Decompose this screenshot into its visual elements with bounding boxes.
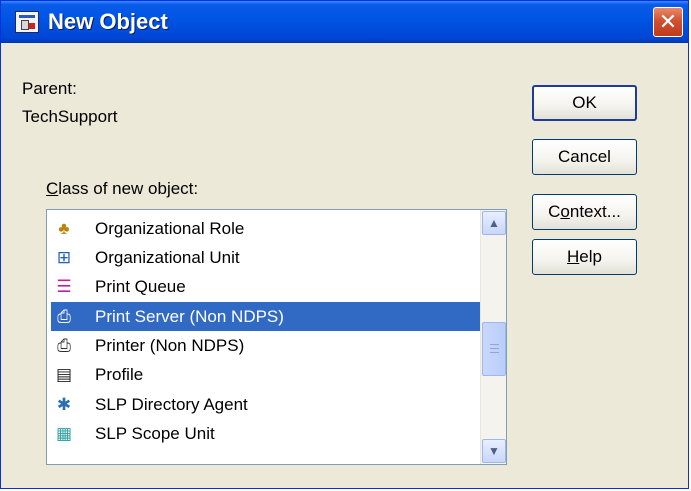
list-item-label: Printer (Non NDPS) (95, 336, 245, 355)
list-item-print-queue[interactable]: ☰ Print Queue (51, 272, 481, 301)
context-label-rest: ntext... (569, 202, 621, 221)
list-item-label: Organizational Role (95, 219, 245, 238)
help-label-rest: elp (579, 247, 602, 266)
parent-value: TechSupport (22, 107, 118, 126)
cancel-button[interactable]: Cancel (532, 139, 637, 175)
class-of-new-object-list[interactable]: ♣ Organizational Role ⊞ Organizational U… (46, 209, 507, 465)
list-item-slp-scope-unit[interactable]: ▦ SLP Scope Unit (51, 419, 481, 448)
title-bar[interactable]: New Object ✕ (1, 1, 688, 43)
list-item-label: Print Server (Non NDPS) (95, 307, 284, 326)
ok-button[interactable]: OK (532, 85, 637, 121)
context-button[interactable]: Context... (532, 194, 637, 230)
context-access-key: o (560, 202, 570, 221)
close-icon: ✕ (658, 9, 678, 34)
list-item-print-server[interactable]: ⎙ Print Server (Non NDPS) (51, 302, 481, 331)
scroll-up-button[interactable]: ▲ (482, 211, 506, 235)
list-item-label: Print Queue (95, 277, 186, 296)
list-item-printer[interactable]: ⎙ Printer (Non NDPS) (51, 331, 481, 360)
list-item-profile[interactable]: ▤ Profile (51, 360, 481, 389)
list-item-label: SLP Scope Unit (95, 424, 215, 443)
chevron-up-icon: ▲ (488, 216, 500, 230)
vertical-scrollbar[interactable]: ▲ ▼ (480, 210, 506, 464)
list-item-organizational-unit[interactable]: ⊞ Organizational Unit (51, 243, 481, 272)
print-server-icon: ⎙ (57, 307, 71, 326)
print-queue-icon: ☰ (56, 277, 72, 296)
list-item-label: Organizational Unit (95, 248, 240, 267)
help-access-key: H (567, 247, 580, 266)
chevron-down-icon: ▼ (488, 444, 500, 458)
list-item-label: Profile (95, 365, 144, 384)
slp-directory-agent-icon: ✱ (56, 395, 72, 414)
slp-scope-unit-icon: ▦ (55, 424, 73, 443)
printer-icon: ⎙ (57, 336, 71, 355)
organizational-unit-icon: ⊞ (56, 248, 72, 267)
organizational-role-icon: ♣ (58, 219, 70, 238)
list-item-label: SLP Directory Agent (95, 395, 248, 414)
context-label-prefix: C (548, 202, 561, 221)
parent-label: Parent: (22, 79, 77, 98)
window-title: New Object (48, 9, 168, 34)
profile-icon: ▤ (55, 365, 73, 384)
class-list-access-key: C (46, 179, 59, 198)
new-object-dialog: New Object ✕ Parent: TechSupport Class o… (0, 0, 689, 489)
help-button[interactable]: Help (532, 239, 637, 275)
scroll-down-button[interactable]: ▼ (482, 439, 506, 463)
class-list-label-text: lass of new object: (58, 179, 199, 198)
list-item-organizational-role[interactable]: ♣ Organizational Role (51, 214, 481, 243)
scroll-thumb[interactable] (482, 322, 506, 376)
list-item-slp-directory-agent[interactable]: ✱ SLP Directory Agent (51, 390, 481, 419)
class-list-label: Class of new object: (46, 179, 198, 199)
close-button[interactable]: ✕ (653, 7, 683, 37)
app-icon (15, 11, 39, 33)
